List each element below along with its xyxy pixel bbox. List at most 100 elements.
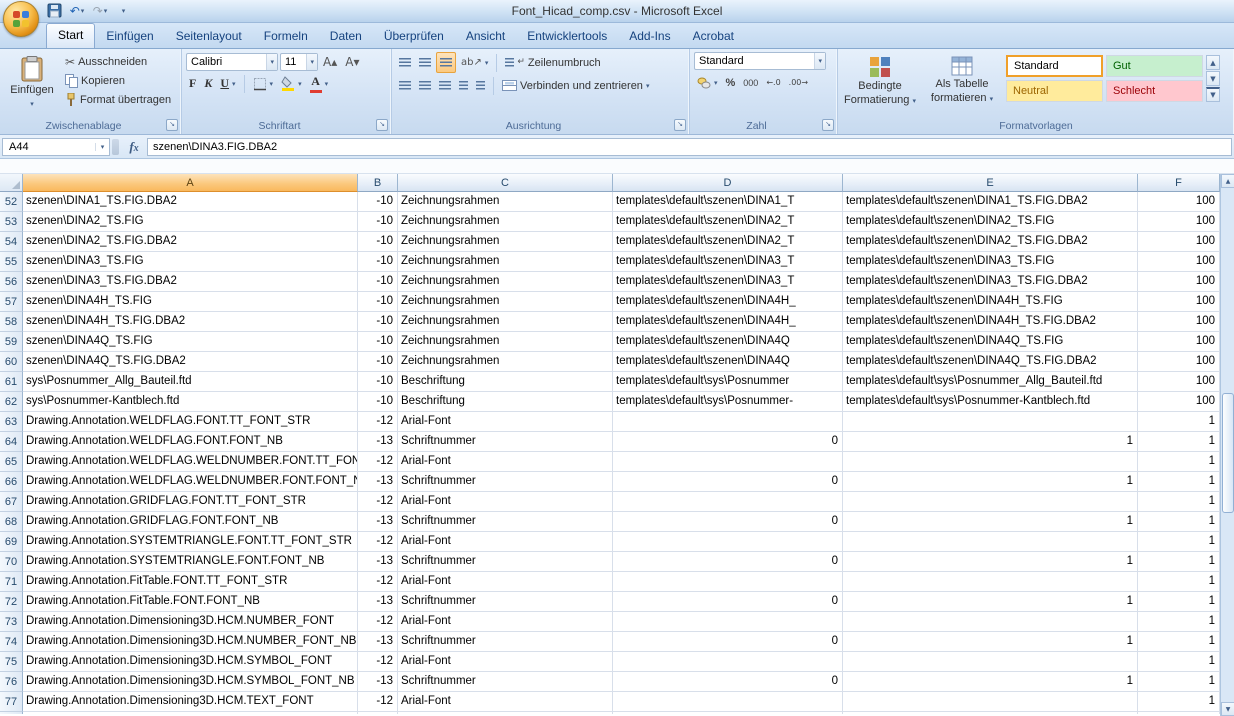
- cell-C65[interactable]: Arial-Font: [398, 452, 613, 472]
- cell-C60[interactable]: Zeichnungsrahmen: [398, 352, 613, 372]
- tab-ansicht[interactable]: Ansicht: [455, 25, 516, 48]
- row-header-57[interactable]: 57: [0, 292, 23, 312]
- column-header-A[interactable]: A: [23, 174, 358, 192]
- row-header-64[interactable]: 64: [0, 432, 23, 452]
- conditional-formatting-button[interactable]: Bedingte Formatierung ▾: [841, 52, 919, 116]
- cell-D75[interactable]: [613, 652, 843, 672]
- fill-color-button[interactable]: ▾: [278, 74, 305, 93]
- cell-D57[interactable]: templates\default\szenen\DINA4H_: [613, 292, 843, 312]
- vertical-scrollbar[interactable]: ▲ ▼: [1220, 174, 1234, 716]
- tab-daten[interactable]: Daten: [319, 25, 373, 48]
- row-header-55[interactable]: 55: [0, 252, 23, 272]
- cell-C77[interactable]: Arial-Font: [398, 692, 613, 712]
- format-as-table-button[interactable]: Als Tabelle formatieren ▾: [923, 52, 1001, 116]
- cell-C63[interactable]: Arial-Font: [398, 412, 613, 432]
- cell-A54[interactable]: szenen\DINA2_TS.FIG.DBA2: [23, 232, 358, 252]
- cell-B58[interactable]: -10: [358, 312, 398, 332]
- cell-B74[interactable]: -13: [358, 632, 398, 652]
- cell-A53[interactable]: szenen\DINA2_TS.FIG: [23, 212, 358, 232]
- cell-F53[interactable]: 100: [1138, 212, 1220, 232]
- cell-D67[interactable]: [613, 492, 843, 512]
- cell-B76[interactable]: -13: [358, 672, 398, 692]
- row-header-67[interactable]: 67: [0, 492, 23, 512]
- cell-D53[interactable]: templates\default\szenen\DINA2_T: [613, 212, 843, 232]
- format-painter-button[interactable]: Format übertragen: [62, 90, 174, 109]
- font-name-combo[interactable]: Calibri▾: [186, 53, 278, 71]
- increase-decimal-button[interactable]: ←.0: [763, 73, 783, 92]
- cell-F54[interactable]: 100: [1138, 232, 1220, 252]
- gallery-up-button[interactable]: ▲: [1206, 55, 1220, 70]
- tab-seitenlayout[interactable]: Seitenlayout: [165, 25, 253, 48]
- decrease-indent-button[interactable]: [456, 76, 471, 95]
- cell-C76[interactable]: Schriftnummer: [398, 672, 613, 692]
- cell-D72[interactable]: 0: [613, 592, 843, 612]
- cell-E73[interactable]: [843, 612, 1138, 632]
- cell-B56[interactable]: -10: [358, 272, 398, 292]
- cell-F75[interactable]: 1: [1138, 652, 1220, 672]
- cell-C69[interactable]: Arial-Font: [398, 532, 613, 552]
- style-standard[interactable]: Standard: [1006, 55, 1103, 77]
- cell-F67[interactable]: 1: [1138, 492, 1220, 512]
- cell-A66[interactable]: Drawing.Annotation.WELDFLAG.WELDNUMBER.F…: [23, 472, 358, 492]
- tab-einfuegen[interactable]: Einfügen: [95, 25, 164, 48]
- cell-B70[interactable]: -13: [358, 552, 398, 572]
- cell-B52[interactable]: -10: [358, 192, 398, 212]
- cell-C75[interactable]: Arial-Font: [398, 652, 613, 672]
- column-header-C[interactable]: C: [398, 174, 613, 192]
- decrease-decimal-button[interactable]: .00→: [786, 73, 811, 92]
- column-header-D[interactable]: D: [613, 174, 843, 192]
- percent-style-button[interactable]: %: [723, 73, 739, 92]
- cell-F59[interactable]: 100: [1138, 332, 1220, 352]
- row-header-72[interactable]: 72: [0, 592, 23, 612]
- redo-button[interactable]: ↷▾: [90, 2, 110, 19]
- cell-E72[interactable]: 1: [843, 592, 1138, 612]
- cell-F64[interactable]: 1: [1138, 432, 1220, 452]
- row-header-62[interactable]: 62: [0, 392, 23, 412]
- cell-B61[interactable]: -10: [358, 372, 398, 392]
- cell-B64[interactable]: -13: [358, 432, 398, 452]
- row-header-65[interactable]: 65: [0, 452, 23, 472]
- cell-E70[interactable]: 1: [843, 552, 1138, 572]
- cell-E56[interactable]: templates\default\szenen\DINA3_TS.FIG.DB…: [843, 272, 1138, 292]
- cell-A56[interactable]: szenen\DINA3_TS.FIG.DBA2: [23, 272, 358, 292]
- clipboard-dialog-launcher[interactable]: ↘: [166, 119, 178, 131]
- cell-C64[interactable]: Schriftnummer: [398, 432, 613, 452]
- cell-C54[interactable]: Zeichnungsrahmen: [398, 232, 613, 252]
- cell-E55[interactable]: templates\default\szenen\DINA3_TS.FIG: [843, 252, 1138, 272]
- cell-A62[interactable]: sys\Posnummer-Kantblech.ftd: [23, 392, 358, 412]
- cell-C55[interactable]: Zeichnungsrahmen: [398, 252, 613, 272]
- row-header-56[interactable]: 56: [0, 272, 23, 292]
- cell-D69[interactable]: [613, 532, 843, 552]
- cell-B77[interactable]: -12: [358, 692, 398, 712]
- cell-D63[interactable]: [613, 412, 843, 432]
- cell-D54[interactable]: templates\default\szenen\DINA2_T: [613, 232, 843, 252]
- row-header-54[interactable]: 54: [0, 232, 23, 252]
- cell-F77[interactable]: 1: [1138, 692, 1220, 712]
- cell-E60[interactable]: templates\default\szenen\DINA4Q_TS.FIG.D…: [843, 352, 1138, 372]
- align-bottom-button[interactable]: [436, 52, 456, 73]
- cell-D66[interactable]: 0: [613, 472, 843, 492]
- align-left-button[interactable]: [396, 76, 414, 95]
- cell-A69[interactable]: Drawing.Annotation.SYSTEMTRIANGLE.FONT.T…: [23, 532, 358, 552]
- cell-E76[interactable]: 1: [843, 672, 1138, 692]
- cell-F58[interactable]: 100: [1138, 312, 1220, 332]
- undo-button[interactable]: ↶▾: [67, 2, 87, 19]
- cell-E68[interactable]: 1: [843, 512, 1138, 532]
- cell-E78[interactable]: 1: [843, 712, 1138, 714]
- font-size-combo[interactable]: 11▾: [280, 53, 318, 71]
- cell-F65[interactable]: 1: [1138, 452, 1220, 472]
- cell-A58[interactable]: szenen\DINA4H_TS.FIG.DBA2: [23, 312, 358, 332]
- style-gut[interactable]: Gut: [1106, 55, 1203, 77]
- cell-B67[interactable]: -12: [358, 492, 398, 512]
- cell-F62[interactable]: 100: [1138, 392, 1220, 412]
- cell-D64[interactable]: 0: [613, 432, 843, 452]
- scroll-thumb[interactable]: [1222, 393, 1234, 513]
- cell-F76[interactable]: 1: [1138, 672, 1220, 692]
- cell-F70[interactable]: 1: [1138, 552, 1220, 572]
- align-center-button[interactable]: [416, 76, 434, 95]
- italic-button[interactable]: K: [201, 74, 215, 93]
- column-header-F[interactable]: F: [1138, 174, 1220, 192]
- gallery-more-button[interactable]: ▼: [1206, 87, 1220, 102]
- row-header-58[interactable]: 58: [0, 312, 23, 332]
- style-schlecht[interactable]: Schlecht: [1106, 80, 1203, 102]
